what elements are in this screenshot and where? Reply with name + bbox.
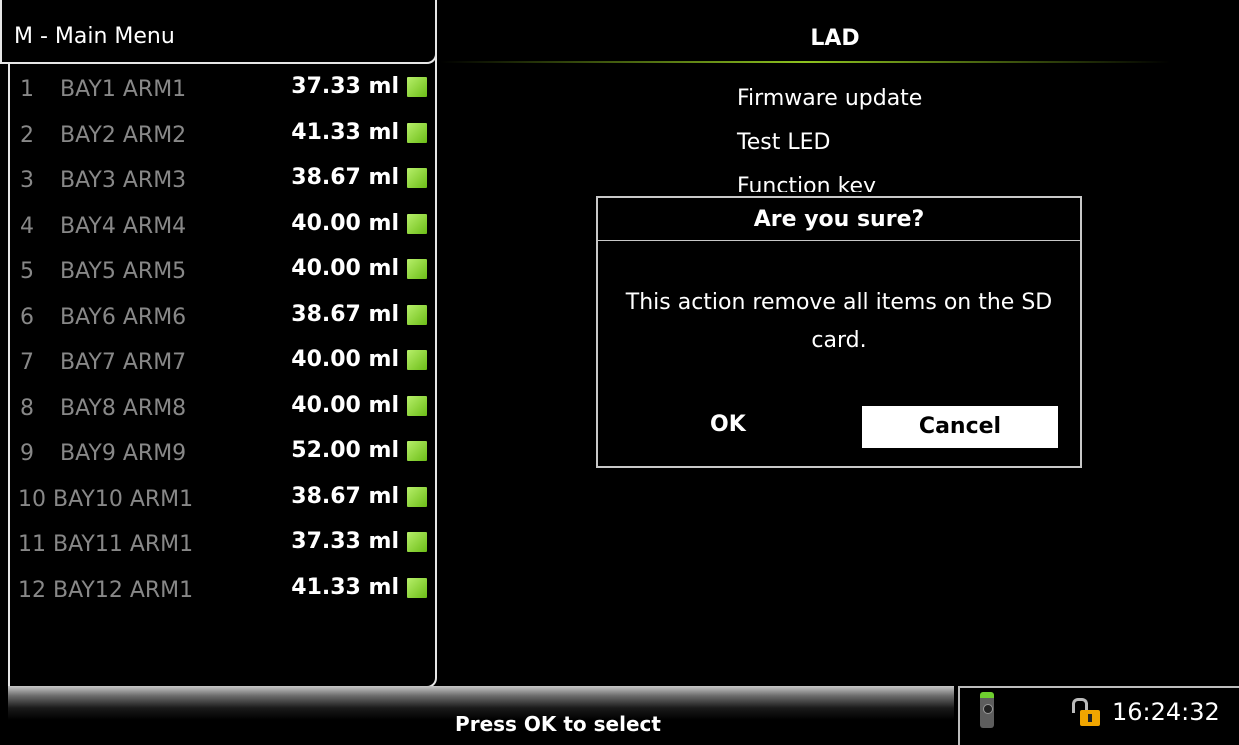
list-item[interactable]: 11 BAY11 ARM1 37.33 ml (0, 523, 437, 569)
arm-volume: 40.00 ml (291, 347, 399, 372)
remote-control-icon (980, 692, 994, 728)
status-led-icon (407, 486, 427, 507)
status-led-icon (407, 577, 427, 598)
arm-volume: 38.67 ml (291, 301, 399, 327)
list-item[interactable]: 8 BAY8 ARM8 40.00 ml (0, 387, 437, 433)
main-menu-tab[interactable]: M - Main Menu (0, 0, 437, 64)
arm-volume: 40.00 ml (291, 256, 399, 281)
arm-volume: 37.33 ml (291, 74, 399, 99)
menu-item-firmware-update[interactable]: Firmware update (737, 86, 922, 111)
arm-name: BAY1 ARM1 (60, 77, 187, 102)
arm-number: 2 (20, 122, 34, 148)
arm-number: 8 (20, 395, 34, 421)
unlocked-padlock-icon[interactable] (1072, 698, 1100, 728)
list-item[interactable]: 7 BAY7 ARM7 40.00 ml (0, 341, 437, 387)
arm-number: 6 (20, 304, 34, 330)
list-item[interactable]: 3 BAY3 ARM3 38.67 ml (0, 159, 437, 205)
arm-name: BAY4 ARM4 (60, 213, 187, 239)
title-divider (440, 61, 1170, 63)
status-hint: Press OK to select (455, 712, 661, 736)
list-item[interactable]: 9 BAY9 ARM9 52.00 ml (0, 432, 437, 478)
status-led-icon (407, 441, 427, 461)
cancel-button[interactable]: Cancel (862, 406, 1058, 448)
list-item[interactable]: 4 BAY4 ARM4 40.00 ml (0, 205, 437, 251)
arm-number: 9 (20, 441, 34, 466)
status-led-icon (407, 532, 427, 552)
arm-number: 3 (20, 168, 34, 193)
status-led-icon (407, 213, 427, 234)
arm-number: 4 (20, 213, 34, 239)
arm-name: BAY5 ARM5 (60, 259, 187, 284)
arm-name: 10 BAY10 ARM1 (18, 486, 194, 512)
arm-name: 12 BAY12 ARM1 (18, 577, 194, 603)
system-tray: 16:24:32 (958, 686, 1239, 745)
status-bar: Press OK to select (8, 686, 954, 745)
status-led-icon (407, 350, 427, 370)
arm-volume: 41.33 ml (291, 119, 399, 145)
list-item[interactable]: 10 BAY10 ARM1 38.67 ml (0, 478, 437, 524)
arm-volume: 41.33 ml (291, 574, 399, 600)
dialog-message: This action remove all items on the SD c… (598, 284, 1080, 360)
menu-item-test-led[interactable]: Test LED (737, 130, 830, 155)
status-led-icon (407, 304, 427, 325)
panel-title: LAD (810, 26, 860, 51)
arm-name: BAY8 ARM8 (60, 395, 187, 421)
menu-item-function-key[interactable]: Function key (737, 174, 876, 192)
arm-volume: 40.00 ml (291, 392, 399, 418)
arm-list: 1 BAY1 ARM1 37.33 ml 2 BAY2 ARM2 41.33 m… (0, 68, 437, 614)
arm-number: 1 (20, 77, 34, 102)
status-led-icon (407, 122, 427, 143)
arm-volume: 38.67 ml (291, 483, 399, 509)
status-led-icon (407, 77, 427, 97)
dialog-title: Are you sure? (598, 198, 1080, 241)
main-menu-title: M - Main Menu (14, 24, 175, 49)
clock: 16:24:32 (1112, 698, 1220, 726)
arm-volume: 40.00 ml (291, 210, 399, 236)
dialog-message-line: This action remove all items on the SD (625, 290, 1053, 315)
dialog-message-line: card. (811, 328, 867, 353)
arm-name: BAY7 ARM7 (60, 350, 187, 375)
list-item[interactable]: 6 BAY6 ARM6 38.67 ml (0, 296, 437, 342)
status-led-icon (407, 395, 427, 416)
list-item[interactable]: 2 BAY2 ARM2 41.33 ml (0, 114, 437, 160)
arm-name: BAY9 ARM9 (60, 441, 187, 466)
arm-volume: 37.33 ml (291, 529, 399, 554)
arm-number: 5 (20, 259, 34, 284)
arm-name: 11 BAY11 ARM1 (18, 532, 194, 557)
ok-button[interactable]: OK (710, 412, 746, 437)
status-led-icon (407, 168, 427, 188)
list-item[interactable]: 12 BAY12 ARM1 41.33 ml (0, 569, 437, 615)
arm-name: BAY2 ARM2 (60, 122, 187, 148)
status-led-icon (407, 259, 427, 279)
list-item[interactable]: 5 BAY5 ARM5 40.00 ml (0, 250, 437, 296)
arm-volume: 38.67 ml (291, 165, 399, 190)
list-item[interactable]: 1 BAY1 ARM1 37.33 ml (0, 68, 437, 114)
arm-number: 7 (20, 350, 34, 375)
arm-name: BAY6 ARM6 (60, 304, 187, 330)
arm-volume: 52.00 ml (291, 438, 399, 463)
arm-name: BAY3 ARM3 (60, 168, 187, 193)
confirm-dialog: Are you sure? This action remove all ite… (596, 196, 1082, 468)
